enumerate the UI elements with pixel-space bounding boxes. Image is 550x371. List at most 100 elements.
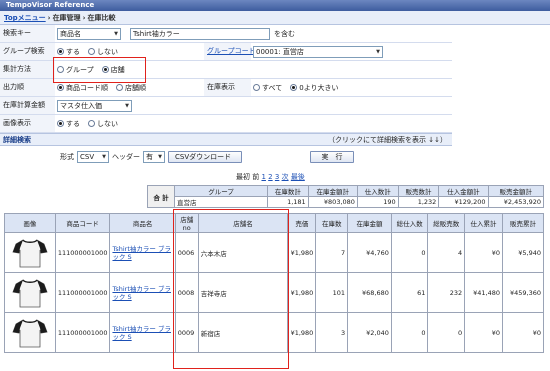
aggregate-label: 集計方法 <box>0 61 55 78</box>
csv-download-button[interactable]: CSVダウンロード <box>168 151 242 163</box>
col-header: 商品コード <box>54 213 111 233</box>
detail-search-hint: （クリックにて詳細検索を表示 ↓↓） <box>328 136 447 144</box>
product-code-cell: 111000001000 <box>54 312 111 353</box>
radio-selected-icon <box>57 48 64 55</box>
stock-amount-label: 在庫計算金額 <box>0 97 55 114</box>
search-input[interactable]: Tshirt袖カラー <box>130 27 270 40</box>
stock-qty-cell: 7 <box>315 232 349 273</box>
breadcrumb: Topメニュー › 在庫管理 › 在庫比較 <box>0 11 550 25</box>
stock-amount-cell: ¥4,760 <box>347 232 392 273</box>
breadcrumb-section: 在庫管理 <box>52 14 81 22</box>
chevron-down-icon: ▼ <box>376 48 380 55</box>
radio-icon <box>88 120 95 127</box>
summary-header: 仕入数計 <box>356 185 399 197</box>
group-code-label: グループコード <box>204 43 256 60</box>
store-columns-highlight-box <box>173 209 289 369</box>
detail-search-bar[interactable]: 詳細検索 （クリックにて詳細検索を表示 ↓↓） <box>0 133 452 146</box>
breadcrumb-home-link[interactable]: Topメニュー <box>4 14 46 22</box>
search-key-row: 検索キー 商品名 ▼ Tshirt袖カラー を含む <box>0 25 452 43</box>
header-label: ヘッダー <box>112 153 140 161</box>
purchase-cumulative-cell: ¥0 <box>464 232 503 273</box>
radio-icon <box>88 48 95 55</box>
summary-cell: ¥129,200 <box>438 196 489 208</box>
stock-display-label: 在庫表示 <box>204 79 251 96</box>
group-search-yes-radio[interactable]: する <box>57 47 80 57</box>
radio-icon <box>253 84 260 91</box>
breadcrumb-page: 在庫比較 <box>87 14 116 22</box>
radio-selected-icon <box>57 120 64 127</box>
stock-display-positive-radio[interactable]: 0より大きい <box>290 83 339 93</box>
total-purchase-cell: 0 <box>390 232 429 273</box>
format-label: 形式 <box>60 153 74 161</box>
order-product-code-radio[interactable]: 商品コード順 <box>57 83 108 93</box>
summary-cell: 1,181 <box>267 196 309 208</box>
tshirt-icon <box>12 278 48 307</box>
summary-header: グループ <box>174 185 268 197</box>
col-header: 画像 <box>4 213 56 233</box>
price-cell: ¥1,980 <box>287 312 317 353</box>
product-name-link[interactable]: Tshirt袖カラー ブラック S <box>109 232 176 273</box>
total-purchase-cell: 0 <box>390 312 429 353</box>
product-code-cell: 111000001000 <box>54 232 111 273</box>
pager-next[interactable]: 次 <box>282 173 289 181</box>
radio-selected-icon <box>290 84 298 91</box>
summary-cell: ¥2,453,920 <box>487 196 545 208</box>
product-image <box>4 312 56 353</box>
col-header: 商品名 <box>109 213 176 233</box>
product-code-cell: 111000001000 <box>54 272 111 313</box>
search-field-select[interactable]: 商品名 ▼ <box>57 27 121 40</box>
header-select[interactable]: 有 ▼ <box>143 151 165 163</box>
total-sales-cell: 232 <box>427 272 466 313</box>
stock-amount-select[interactable]: マスタ仕入価 ▼ <box>57 99 132 112</box>
summary-cell: 190 <box>356 196 399 208</box>
total-purchase-cell: 61 <box>390 272 429 313</box>
summary-header: 在庫数計 <box>267 185 309 197</box>
summary-table: 合 計 グループ 在庫数計 在庫金額計 仕入数計 販売数計 仕入金額計 販売金額… <box>147 185 545 208</box>
pager-first: 最初 <box>236 173 250 181</box>
stock-qty-cell: 101 <box>315 272 349 313</box>
col-header: 総販売数 <box>427 213 466 233</box>
group-search-no-radio[interactable]: しない <box>88 47 118 57</box>
stock-display-all-radio[interactable]: すべて <box>253 83 282 93</box>
product-image <box>4 272 56 313</box>
col-header: 在庫数 <box>315 213 349 233</box>
sales-cumulative-cell: ¥5,940 <box>502 232 544 273</box>
summary-header: 在庫金額計 <box>307 185 358 197</box>
pager-last[interactable]: 最後 <box>291 173 305 181</box>
pagination: 最初 前 1 2 3 次 最後 <box>236 172 305 182</box>
image-display-no-radio[interactable]: しない <box>88 119 118 129</box>
stock-qty-cell: 3 <box>315 312 349 353</box>
image-display-yes-radio[interactable]: する <box>57 119 80 129</box>
price-cell: ¥1,980 <box>287 272 317 313</box>
run-button[interactable]: 実 行 <box>310 151 354 163</box>
order-store-radio[interactable]: 店舗順 <box>116 83 146 93</box>
app-title: TempoVisor Reference <box>6 1 95 9</box>
price-cell: ¥1,980 <box>287 232 317 273</box>
col-header: 在庫金額 <box>347 213 392 233</box>
order-label: 出力順 <box>0 79 55 96</box>
group-code-select[interactable]: 00001: 直営店 ▼ <box>253 45 383 58</box>
sales-cumulative-cell: ¥0 <box>502 312 544 353</box>
col-header: 仕入累計 <box>464 213 503 233</box>
pager-prev: 前 <box>252 173 260 181</box>
search-suffix: を含む <box>274 29 295 38</box>
summary-total-label: 合 計 <box>147 185 175 208</box>
sales-cumulative-cell: ¥459,360 <box>502 272 544 313</box>
col-header: 売価 <box>287 213 317 233</box>
pager-page-1[interactable]: 1 <box>261 173 265 181</box>
pager-page-2[interactable]: 2 <box>268 173 272 181</box>
stock-amount-row: 在庫計算金額 マスタ仕入価 ▼ <box>0 97 452 115</box>
summary-cell: 1,232 <box>397 196 440 208</box>
chevron-down-icon: ▼ <box>125 102 129 109</box>
group-code-link[interactable]: グループコード <box>207 47 256 55</box>
product-name-link[interactable]: Tshirt袖カラー ブラック S <box>109 312 176 353</box>
pager-page-3[interactable]: 3 <box>275 173 279 181</box>
tshirt-icon <box>12 238 48 267</box>
format-select[interactable]: CSV ▼ <box>77 151 109 163</box>
radio-icon <box>116 84 123 91</box>
product-name-link[interactable]: Tshirt袖カラー ブラック S <box>109 272 176 313</box>
col-header: 総仕入数 <box>390 213 429 233</box>
aggregate-highlight-box <box>53 57 146 83</box>
image-display-label: 画像表示 <box>0 115 55 132</box>
summary-cell: ¥803,080 <box>307 196 358 208</box>
